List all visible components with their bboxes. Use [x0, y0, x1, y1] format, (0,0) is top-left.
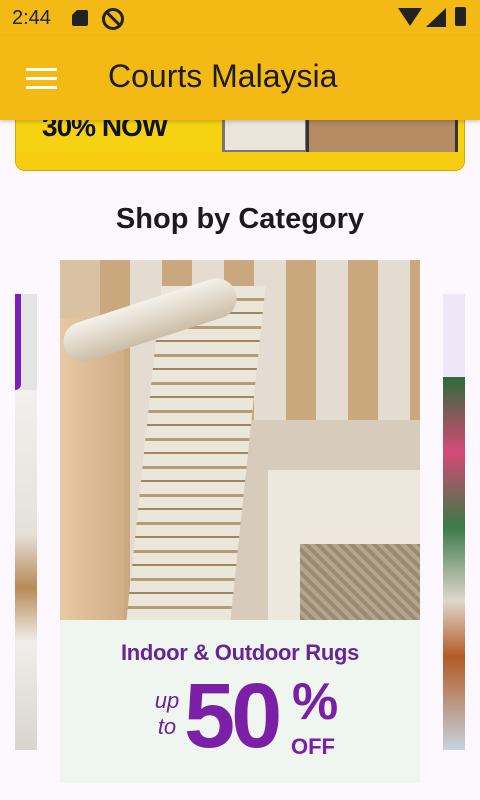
promo-text: Indoor & Outdoor Rugs up to 50 % OFF	[60, 620, 420, 783]
category-card-next[interactable]	[443, 294, 465, 750]
sd-card-icon	[72, 10, 88, 26]
category-image	[15, 390, 37, 750]
discount-number: 50	[184, 665, 282, 767]
rug-image	[60, 260, 420, 620]
app-bar: Courts Malaysia	[0, 36, 480, 120]
wifi-icon	[398, 8, 422, 26]
rug-jute	[60, 318, 124, 620]
status-time: 2:44	[12, 7, 51, 29]
card-accent	[15, 294, 21, 390]
status-bar: 2:44	[0, 0, 480, 36]
signal-icon	[426, 8, 446, 27]
up-to-label: up to	[154, 688, 180, 739]
hamburger-menu-icon[interactable]	[26, 68, 58, 90]
discount-off-label: OFF	[291, 734, 335, 759]
do-not-disturb-icon	[102, 8, 124, 30]
rug-floor-texture	[300, 544, 420, 620]
category-card-previous[interactable]	[15, 294, 37, 750]
banner-strip	[16, 152, 464, 170]
category-heading: Indoor & Outdoor Rugs	[120, 640, 360, 665]
app-title: Courts Malaysia	[108, 58, 338, 94]
category-card-rugs[interactable]: Indoor & Outdoor Rugs up to 50 % OFF	[60, 260, 420, 783]
discount-percent-sign: %	[292, 673, 339, 731]
category-image	[443, 377, 465, 750]
section-title: Shop by Category	[115, 203, 365, 235]
battery-icon	[455, 7, 466, 26]
